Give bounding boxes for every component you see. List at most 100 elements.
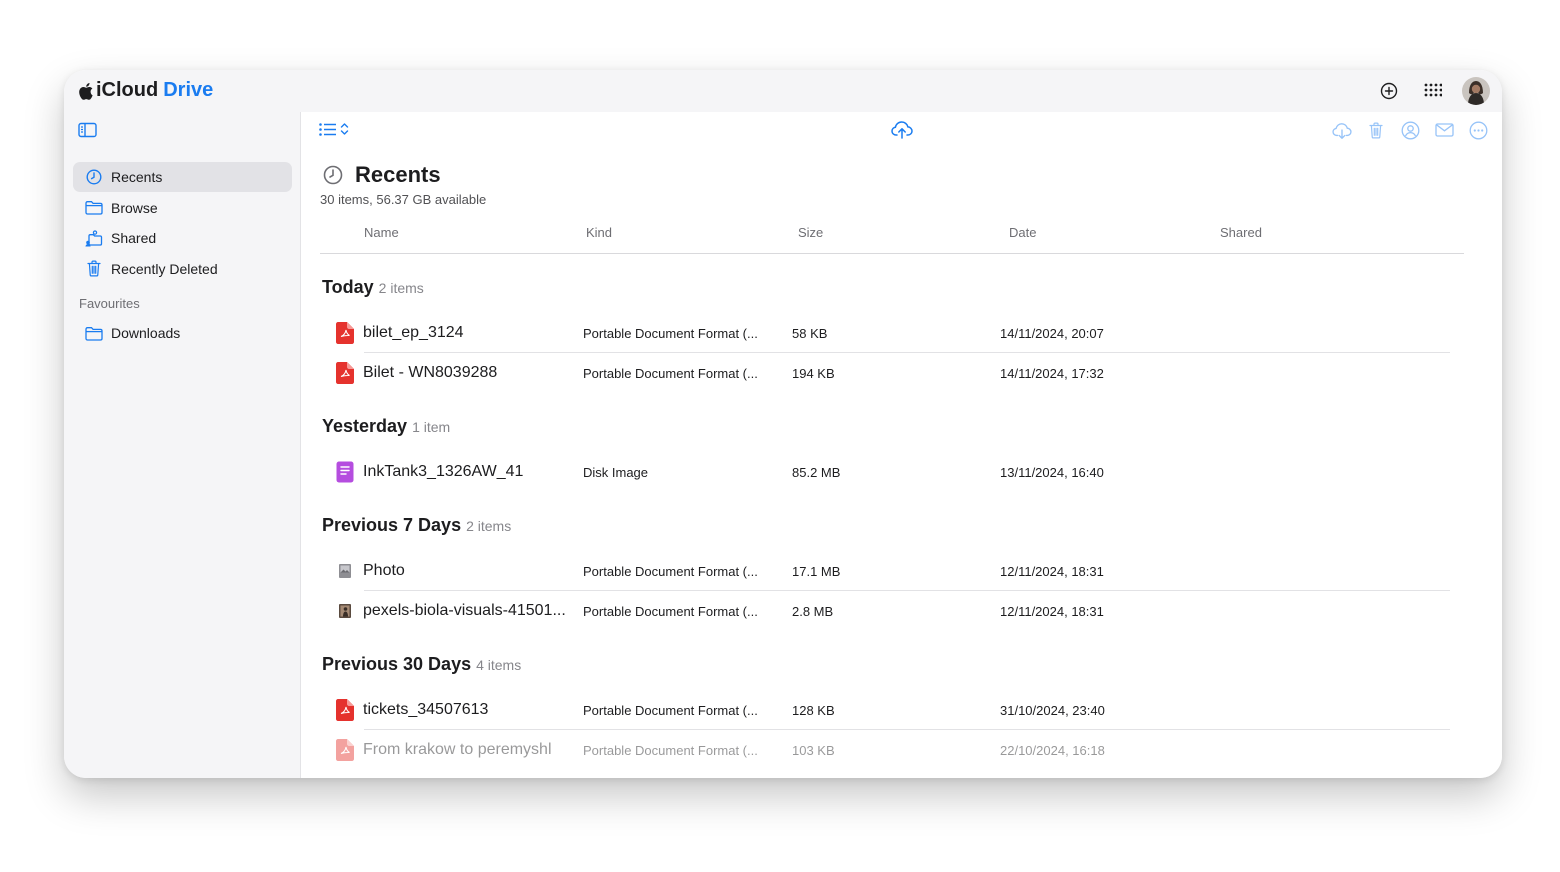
main-content: Recents 30 items, 56.37 GB available Nam… [301, 112, 1502, 778]
sidebar-item-label: Shared [111, 230, 157, 246]
user-avatar[interactable] [1462, 77, 1490, 105]
clock-icon [323, 165, 343, 185]
file-name: tickets_34507613 [363, 701, 489, 718]
file-name: bilet_ep_3124 [363, 324, 464, 341]
file-name: InkTank3_1326AW_41 [363, 463, 524, 480]
group-title: Yesterday [322, 416, 408, 436]
column-header-shared[interactable]: Shared [1220, 225, 1262, 240]
group-count: 1 item [412, 419, 451, 435]
storage-summary: 30 items, 56.37 GB available [320, 192, 487, 207]
header-divider [320, 253, 1464, 254]
sidebar: Recents Browse Shared Recently Deleted F… [64, 112, 301, 778]
add-circle-icon [1380, 82, 1398, 100]
file-row[interactable]: pexels-biola-visuals-41501... Portable D… [320, 591, 1450, 631]
brand-drive: Drive [163, 79, 214, 101]
sidebar-item-recently-deleted[interactable]: Recently Deleted [73, 254, 292, 284]
sort-chevron-icon [340, 123, 349, 135]
disk-image-icon [336, 461, 354, 483]
sidebar-item-recents[interactable]: Recents [73, 162, 292, 192]
favourites-nav: Downloads [73, 318, 292, 349]
icloud-drive-window: iCloud Drive Recents Browse Shared Recen… [64, 70, 1502, 778]
pdf-icon [336, 699, 354, 721]
photo-thumbnail-icon [336, 560, 354, 582]
file-date: 22/10/2024, 16:18 [1000, 743, 1105, 758]
sidebar-item-label: Recents [111, 169, 163, 185]
file-row[interactable]: Photo Portable Document Format (... 17.1… [320, 551, 1450, 591]
app-brand[interactable]: iCloud Drive [79, 79, 213, 102]
group-header-today: Today 2 items [322, 277, 424, 298]
file-date: 14/11/2024, 17:32 [1000, 366, 1104, 381]
clock-icon [85, 168, 103, 186]
upload-button[interactable] [891, 120, 913, 144]
folder-icon [85, 324, 103, 342]
sidebar-item-shared[interactable]: Shared [73, 223, 292, 253]
group-header-previous-7-days: Previous 7 Days 2 items [322, 515, 511, 536]
folder-icon [85, 199, 103, 217]
favourites-header: Favourites [79, 296, 140, 311]
file-kind: Portable Document Format (... [583, 703, 758, 718]
file-row[interactable]: From krakow to peremyshl Portable Docume… [320, 730, 1450, 770]
file-kind: Portable Document Format (... [583, 326, 758, 341]
apple-logo-icon [79, 82, 93, 100]
sidebar-item-browse[interactable]: Browse [73, 193, 292, 223]
file-kind: Portable Document Format (... [583, 366, 758, 381]
sidebar-item-label: Browse [111, 199, 158, 216]
share-person-icon [1401, 121, 1419, 139]
item-actions [1332, 120, 1488, 140]
delete-button[interactable] [1366, 120, 1386, 140]
mail-icon [1434, 123, 1454, 137]
file-kind: Portable Document Format (... [583, 564, 758, 579]
group-count: 2 items [466, 518, 512, 534]
group-title: Today [322, 277, 374, 297]
photo-thumbnail-icon [336, 600, 354, 622]
file-kind: Portable Document Format (... [583, 743, 758, 758]
view-options-button[interactable] [319, 122, 349, 136]
file-row[interactable]: tickets_34507613 Portable Document Forma… [320, 690, 1450, 730]
file-size: 128 KB [792, 703, 835, 718]
pdf-icon [336, 362, 354, 384]
file-size: 194 KB [792, 366, 835, 381]
file-name: From krakow to peremyshl [363, 741, 552, 758]
file-size: 2.8 MB [792, 604, 834, 619]
file-kind: Disk Image [583, 465, 649, 480]
column-header-size[interactable]: Size [798, 225, 823, 240]
sidebar-toggle-button[interactable] [78, 122, 98, 138]
more-button[interactable] [1468, 120, 1488, 140]
app-grid-icon [1424, 83, 1442, 97]
column-header-name[interactable]: Name [364, 225, 399, 240]
group-title: Previous 30 Days [322, 654, 472, 674]
trash-icon [85, 260, 103, 278]
title-bar: iCloud Drive [64, 70, 1502, 113]
app-launcher-button[interactable] [1418, 76, 1448, 106]
file-date: 13/11/2024, 16:40 [1000, 465, 1104, 480]
file-size: 58 KB [792, 326, 828, 341]
file-size: 17.1 MB [792, 564, 841, 579]
share-button[interactable] [1400, 120, 1420, 140]
sidebar-toggle-icon [78, 122, 97, 138]
column-header-date[interactable]: Date [1009, 225, 1036, 240]
group-count: 4 items [476, 657, 522, 673]
file-kind: Portable Document Format (... [583, 604, 758, 619]
file-date: 12/11/2024, 18:31 [1000, 604, 1104, 619]
add-button[interactable] [1374, 76, 1404, 106]
download-cloud-icon [1332, 122, 1352, 139]
file-name: pexels-biola-visuals-41501... [363, 602, 566, 619]
file-name: Photo [363, 562, 405, 579]
pdf-icon [336, 739, 354, 761]
file-row[interactable]: Bilet - WN8039288 Portable Document Form… [320, 353, 1450, 393]
group-header-yesterday: Yesterday 1 item [322, 416, 450, 437]
sidebar-item-downloads[interactable]: Downloads [73, 318, 292, 348]
pdf-icon [336, 322, 354, 344]
sidebar-item-label: Recently Deleted [111, 260, 218, 277]
file-row[interactable]: bilet_ep_3124 Portable Document Format (… [320, 313, 1450, 353]
file-date: 14/11/2024, 20:07 [1000, 326, 1104, 341]
brand-icloud: iCloud [96, 79, 159, 101]
download-button[interactable] [1332, 120, 1352, 140]
sidebar-item-label: Downloads [111, 325, 181, 341]
mail-button[interactable] [1434, 120, 1454, 140]
group-count: 2 items [378, 280, 424, 296]
file-row[interactable]: InkTank3_1326AW_41 Disk Image 85.2 MB 13… [320, 452, 1450, 492]
more-icon [1469, 121, 1487, 139]
file-name: Bilet - WN8039288 [363, 364, 498, 381]
column-header-kind[interactable]: Kind [586, 225, 612, 240]
